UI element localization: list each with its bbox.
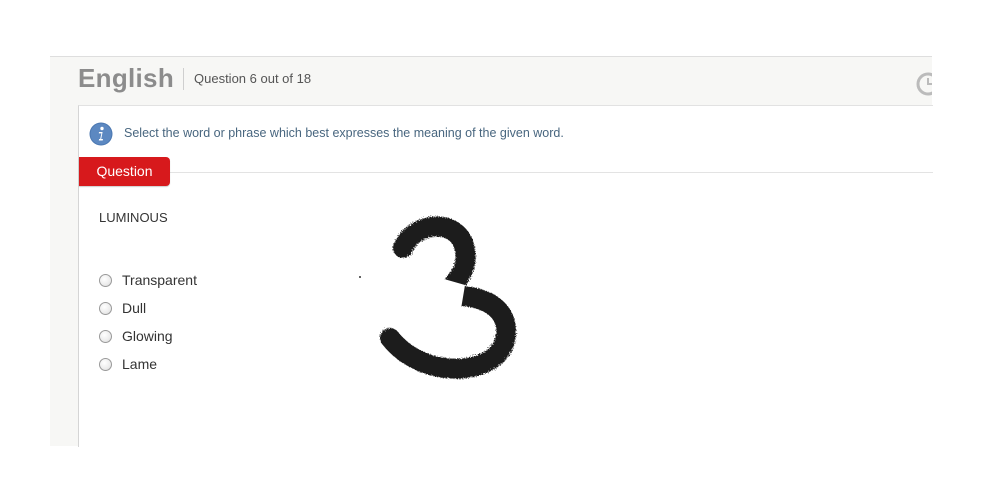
answer-options: Transparent Dull Glowing Lame: [99, 266, 197, 378]
subject-title: English: [78, 63, 174, 93]
clock-icon[interactable]: [916, 72, 932, 96]
option-glowing[interactable]: Glowing: [99, 322, 197, 350]
question-tab[interactable]: Question: [79, 157, 170, 186]
option-dull[interactable]: Dull: [99, 294, 197, 322]
instruction-text: Select the word or phrase which best exp…: [124, 126, 564, 140]
option-label: Lame: [122, 356, 158, 372]
radio-button[interactable]: [99, 301, 112, 315]
option-transparent[interactable]: Transparent: [99, 266, 197, 294]
option-lame[interactable]: Lame: [99, 350, 197, 378]
question-word: LUMINOUS: [99, 210, 168, 225]
radio-button[interactable]: [99, 273, 112, 287]
quiz-frame: English Question 6 out of 18 Select the …: [50, 56, 933, 447]
radio-button[interactable]: [99, 329, 112, 343]
question-panel: Select the word or phrase which best exp…: [78, 105, 933, 447]
radio-button[interactable]: [99, 357, 112, 371]
option-label: Glowing: [122, 328, 173, 344]
question-counter: Question 6 out of 18: [194, 71, 312, 86]
option-label: Dull: [122, 300, 147, 316]
info-icon: [89, 122, 113, 146]
option-label: Transparent: [122, 272, 197, 288]
quiz-header: English Question 6 out of 18: [50, 57, 932, 103]
header-divider: [183, 68, 184, 90]
section-divider: [79, 172, 933, 173]
